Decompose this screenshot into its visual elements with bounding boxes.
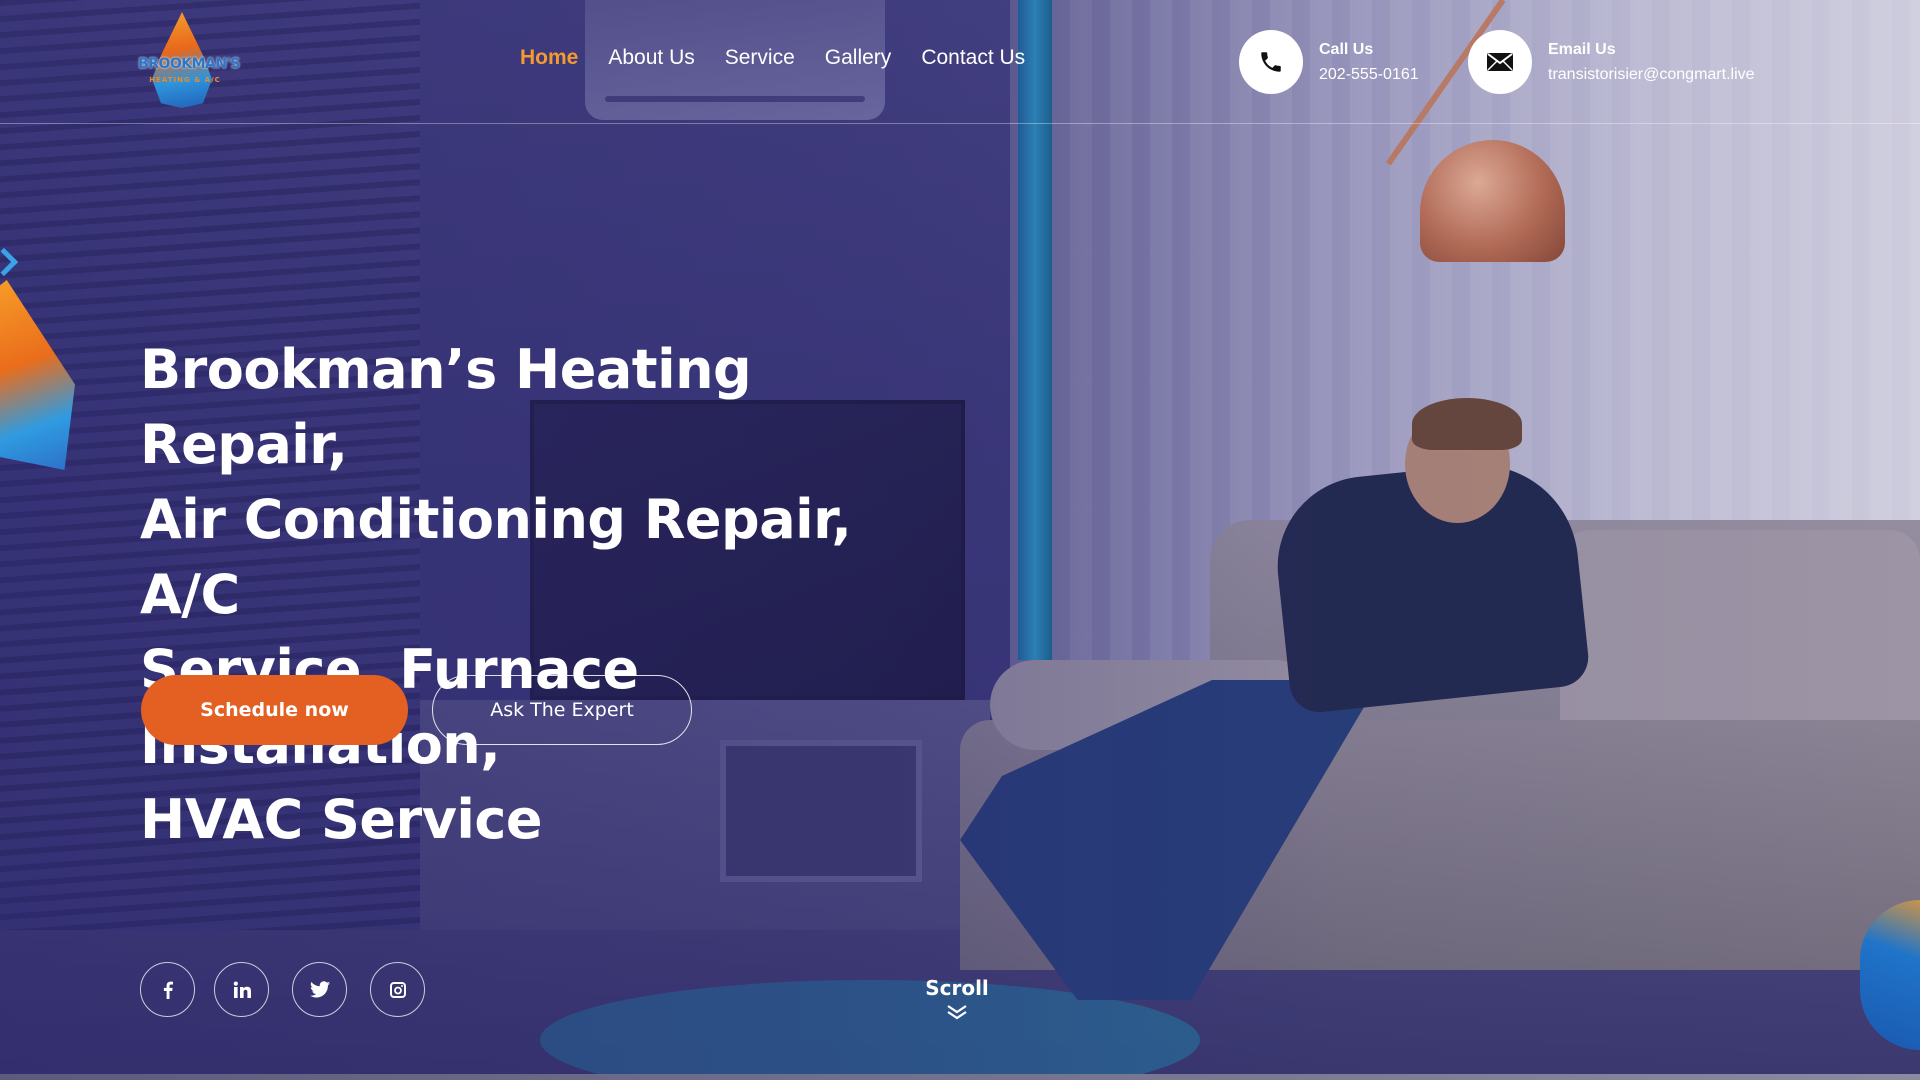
hero-title-line: HVAC Service bbox=[140, 788, 543, 851]
nav-item-about-us[interactable]: About Us bbox=[608, 46, 694, 70]
nav-item-service[interactable]: Service bbox=[725, 46, 795, 70]
linkedin-icon[interactable] bbox=[214, 962, 269, 1017]
scroll-label: Scroll bbox=[925, 976, 989, 1000]
main-nav: Home About Us Service Gallery Contact Us bbox=[520, 46, 1025, 70]
schedule-now-button[interactable]: Schedule now bbox=[141, 675, 408, 745]
logo-text: BROOKMAN'S bbox=[138, 56, 240, 72]
nav-item-home[interactable]: Home bbox=[520, 46, 578, 70]
call-us-label: Call Us bbox=[1319, 40, 1374, 58]
phone-number[interactable]: 202-555-0161 bbox=[1319, 66, 1419, 84]
ask-the-expert-button[interactable]: Ask The Expert bbox=[432, 675, 692, 745]
hero-title-line: Air Conditioning Repair, A/C bbox=[140, 488, 852, 626]
phone-icon bbox=[1239, 30, 1303, 94]
brand-logo[interactable]: BROOKMAN'S HEATING & A/C bbox=[138, 8, 240, 112]
nav-item-contact-us[interactable]: Contact Us bbox=[921, 46, 1025, 70]
scroll-indicator[interactable]: Scroll bbox=[920, 976, 994, 1020]
facebook-icon[interactable] bbox=[140, 962, 195, 1017]
hero-title: Brookman’s Heating Repair, Air Condition… bbox=[140, 332, 960, 857]
social-links bbox=[140, 962, 425, 1017]
hero-title-line: Brookman’s Heating Repair, bbox=[140, 338, 752, 476]
call-us-contact[interactable]: Call Us 202-555-0161 bbox=[1239, 30, 1419, 94]
nav-item-gallery[interactable]: Gallery bbox=[825, 46, 892, 70]
mail-icon bbox=[1468, 30, 1532, 94]
email-us-contact[interactable]: Email Us transistorisier@congmart.live bbox=[1468, 30, 1755, 94]
email-us-label: Email Us bbox=[1548, 40, 1616, 58]
logo-subtext: HEATING & A/C bbox=[149, 76, 221, 84]
double-chevron-down-icon bbox=[947, 1005, 967, 1020]
twitter-icon[interactable] bbox=[292, 962, 347, 1017]
site-header: BROOKMAN'S HEATING & A/C Home About Us S… bbox=[0, 0, 1920, 124]
email-address[interactable]: transistorisier@congmart.live bbox=[1548, 66, 1755, 84]
instagram-icon[interactable] bbox=[370, 962, 425, 1017]
